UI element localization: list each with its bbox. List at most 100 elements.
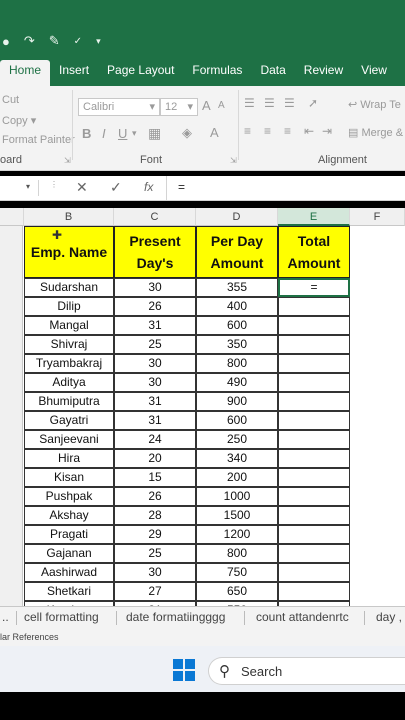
tab-home[interactable]: Home	[0, 60, 51, 86]
cell-present[interactable]: 28	[114, 506, 196, 525]
cell-name[interactable]: Dilip	[24, 297, 114, 316]
borders-icon[interactable]: ▦	[148, 125, 161, 142]
header-total-amount[interactable]: Total Amount	[278, 226, 350, 278]
cell-present[interactable]: 24	[114, 430, 196, 449]
cell-perday[interactable]: 355	[196, 278, 278, 297]
font-size-select[interactable]: 12 ▾	[160, 98, 198, 116]
column-header-c[interactable]: C	[114, 208, 196, 226]
merge-center-button[interactable]: ▤ Merge &	[348, 126, 403, 139]
sheet-tab-cell-formatting[interactable]: cell formatting	[24, 610, 99, 624]
cell-perday[interactable]: 250	[196, 430, 278, 449]
cancel-icon[interactable]: ✕	[76, 179, 88, 196]
align-left-icon[interactable]: ≡	[244, 124, 251, 138]
cell-present[interactable]: 30	[114, 278, 196, 297]
cell-total[interactable]	[278, 335, 350, 354]
cell-total[interactable]	[278, 487, 350, 506]
cell-present[interactable]: 20	[114, 449, 196, 468]
cell-total[interactable]	[278, 392, 350, 411]
underline-button[interactable]: U	[118, 126, 127, 141]
cell-total[interactable]	[278, 430, 350, 449]
cell-present[interactable]: 25	[114, 544, 196, 563]
cell-perday[interactable]: 400	[196, 297, 278, 316]
cell-perday[interactable]: 800	[196, 544, 278, 563]
format-painter-icon[interactable]: ✎	[49, 33, 60, 49]
fill-color-icon[interactable]: ◈	[182, 125, 192, 141]
cell-perday[interactable]: 900	[196, 392, 278, 411]
spreadsheet-grid[interactable]: B C D E F Emp. Name ✚ Present Day's Per D…	[0, 208, 405, 606]
cell-name[interactable]: Sudarshan	[24, 278, 114, 297]
cell-total[interactable]	[278, 468, 350, 487]
name-box[interactable]: ▾	[0, 180, 39, 196]
active-cell[interactable]: =	[278, 278, 350, 297]
formula-input[interactable]: =	[178, 180, 185, 194]
bold-button[interactable]: B	[82, 126, 91, 141]
cell-present[interactable]: 30	[114, 563, 196, 582]
select-all-corner[interactable]	[0, 208, 24, 226]
cell-total[interactable]	[278, 354, 350, 373]
cell-total[interactable]	[278, 411, 350, 430]
align-top-icon[interactable]: ☰	[244, 96, 255, 110]
cell-present[interactable]: 25	[114, 335, 196, 354]
cell-name[interactable]: Hira	[24, 449, 114, 468]
cell-perday[interactable]: 340	[196, 449, 278, 468]
cell-perday[interactable]: 1000	[196, 487, 278, 506]
font-color-icon[interactable]: A	[210, 125, 219, 140]
cell-present[interactable]: 27	[114, 582, 196, 601]
cell-present[interactable]: 26	[114, 297, 196, 316]
cell-perday[interactable]: 750	[196, 563, 278, 582]
cell-perday[interactable]: 200	[196, 468, 278, 487]
enter-check-icon[interactable]: ✓	[110, 179, 122, 196]
cell-perday[interactable]: 1500	[196, 506, 278, 525]
row-headers[interactable]	[0, 226, 23, 606]
cell-name[interactable]: Gayatri	[24, 411, 114, 430]
cell-present[interactable]: 26	[114, 487, 196, 506]
increase-indent-icon[interactable]: ⇥	[322, 124, 332, 138]
cell-name[interactable]: Pragati	[24, 525, 114, 544]
cell-perday[interactable]: 600	[196, 316, 278, 335]
wrap-text-button[interactable]: ↩ Wrap Te	[348, 98, 401, 111]
column-header-d[interactable]: D	[196, 208, 278, 226]
cell-name[interactable]: Mangal	[24, 316, 114, 335]
cell-name[interactable]: Pushpak	[24, 487, 114, 506]
decrease-indent-icon[interactable]: ⇤	[304, 124, 314, 138]
cell-total[interactable]	[278, 582, 350, 601]
align-middle-icon[interactable]: ☰	[264, 96, 275, 110]
cell-name[interactable]: Shivraj	[24, 335, 114, 354]
grow-font-button[interactable]: A	[202, 98, 211, 113]
column-header-f[interactable]: F	[350, 208, 405, 226]
spelling-check-icon[interactable]: ✓	[74, 36, 82, 47]
align-center-icon[interactable]: ≡	[264, 124, 271, 138]
cell-total[interactable]	[278, 316, 350, 335]
chevron-down-icon[interactable]: ▾	[96, 36, 101, 47]
clipboard-launcher-icon[interactable]: ⇲	[64, 156, 71, 165]
header-per-day-amount[interactable]: Per Day Amount	[196, 226, 278, 278]
shrink-font-button[interactable]: A	[218, 100, 225, 111]
copy-button[interactable]: Copy ▾	[2, 114, 36, 127]
sheet-nav-more[interactable]: ..	[2, 610, 9, 624]
insert-function-icon[interactable]: fx	[144, 180, 153, 194]
sheet-tab-day[interactable]: day ,	[376, 610, 402, 624]
sheet-tab-count-attendance[interactable]: count attandenrtc	[256, 610, 349, 624]
cell-name[interactable]: Tryambakraj	[24, 354, 114, 373]
cell-total[interactable]	[278, 544, 350, 563]
header-present-days[interactable]: Present Day's	[114, 226, 196, 278]
cell-name[interactable]: Gajanan	[24, 544, 114, 563]
cell-present[interactable]: 31	[114, 316, 196, 335]
tab-review[interactable]: Review	[295, 60, 352, 86]
cell-name[interactable]: Bhumiputra	[24, 392, 114, 411]
windows-logo-icon[interactable]	[173, 659, 195, 681]
cell-present[interactable]: 30	[114, 373, 196, 392]
undo-icon[interactable]: ●	[2, 34, 10, 49]
tab-formulas[interactable]: Formulas	[183, 60, 251, 86]
cell-name[interactable]: Sanjeevani	[24, 430, 114, 449]
cell-total[interactable]	[278, 506, 350, 525]
chevron-down-icon[interactable]: ▾	[132, 128, 137, 139]
orientation-icon[interactable]: ➚	[308, 96, 318, 110]
cell-present[interactable]: 29	[114, 525, 196, 544]
cell-name[interactable]: Aditya	[24, 373, 114, 392]
cell-perday[interactable]: 1200	[196, 525, 278, 544]
tab-view[interactable]: View	[352, 60, 396, 86]
cell-present[interactable]: 31	[114, 411, 196, 430]
column-header-e[interactable]: E	[278, 208, 350, 226]
cell-perday[interactable]: 600	[196, 411, 278, 430]
